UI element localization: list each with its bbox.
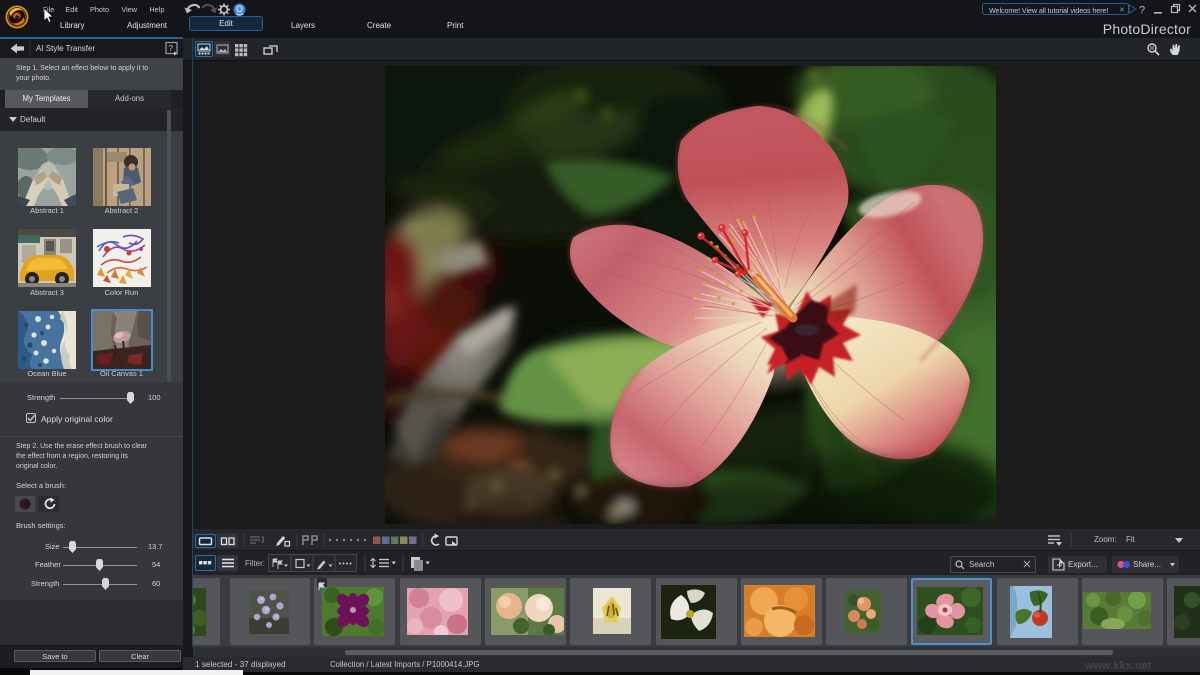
svg-text:?: ? xyxy=(1139,5,1145,17)
svg-text:?: ? xyxy=(169,44,174,53)
